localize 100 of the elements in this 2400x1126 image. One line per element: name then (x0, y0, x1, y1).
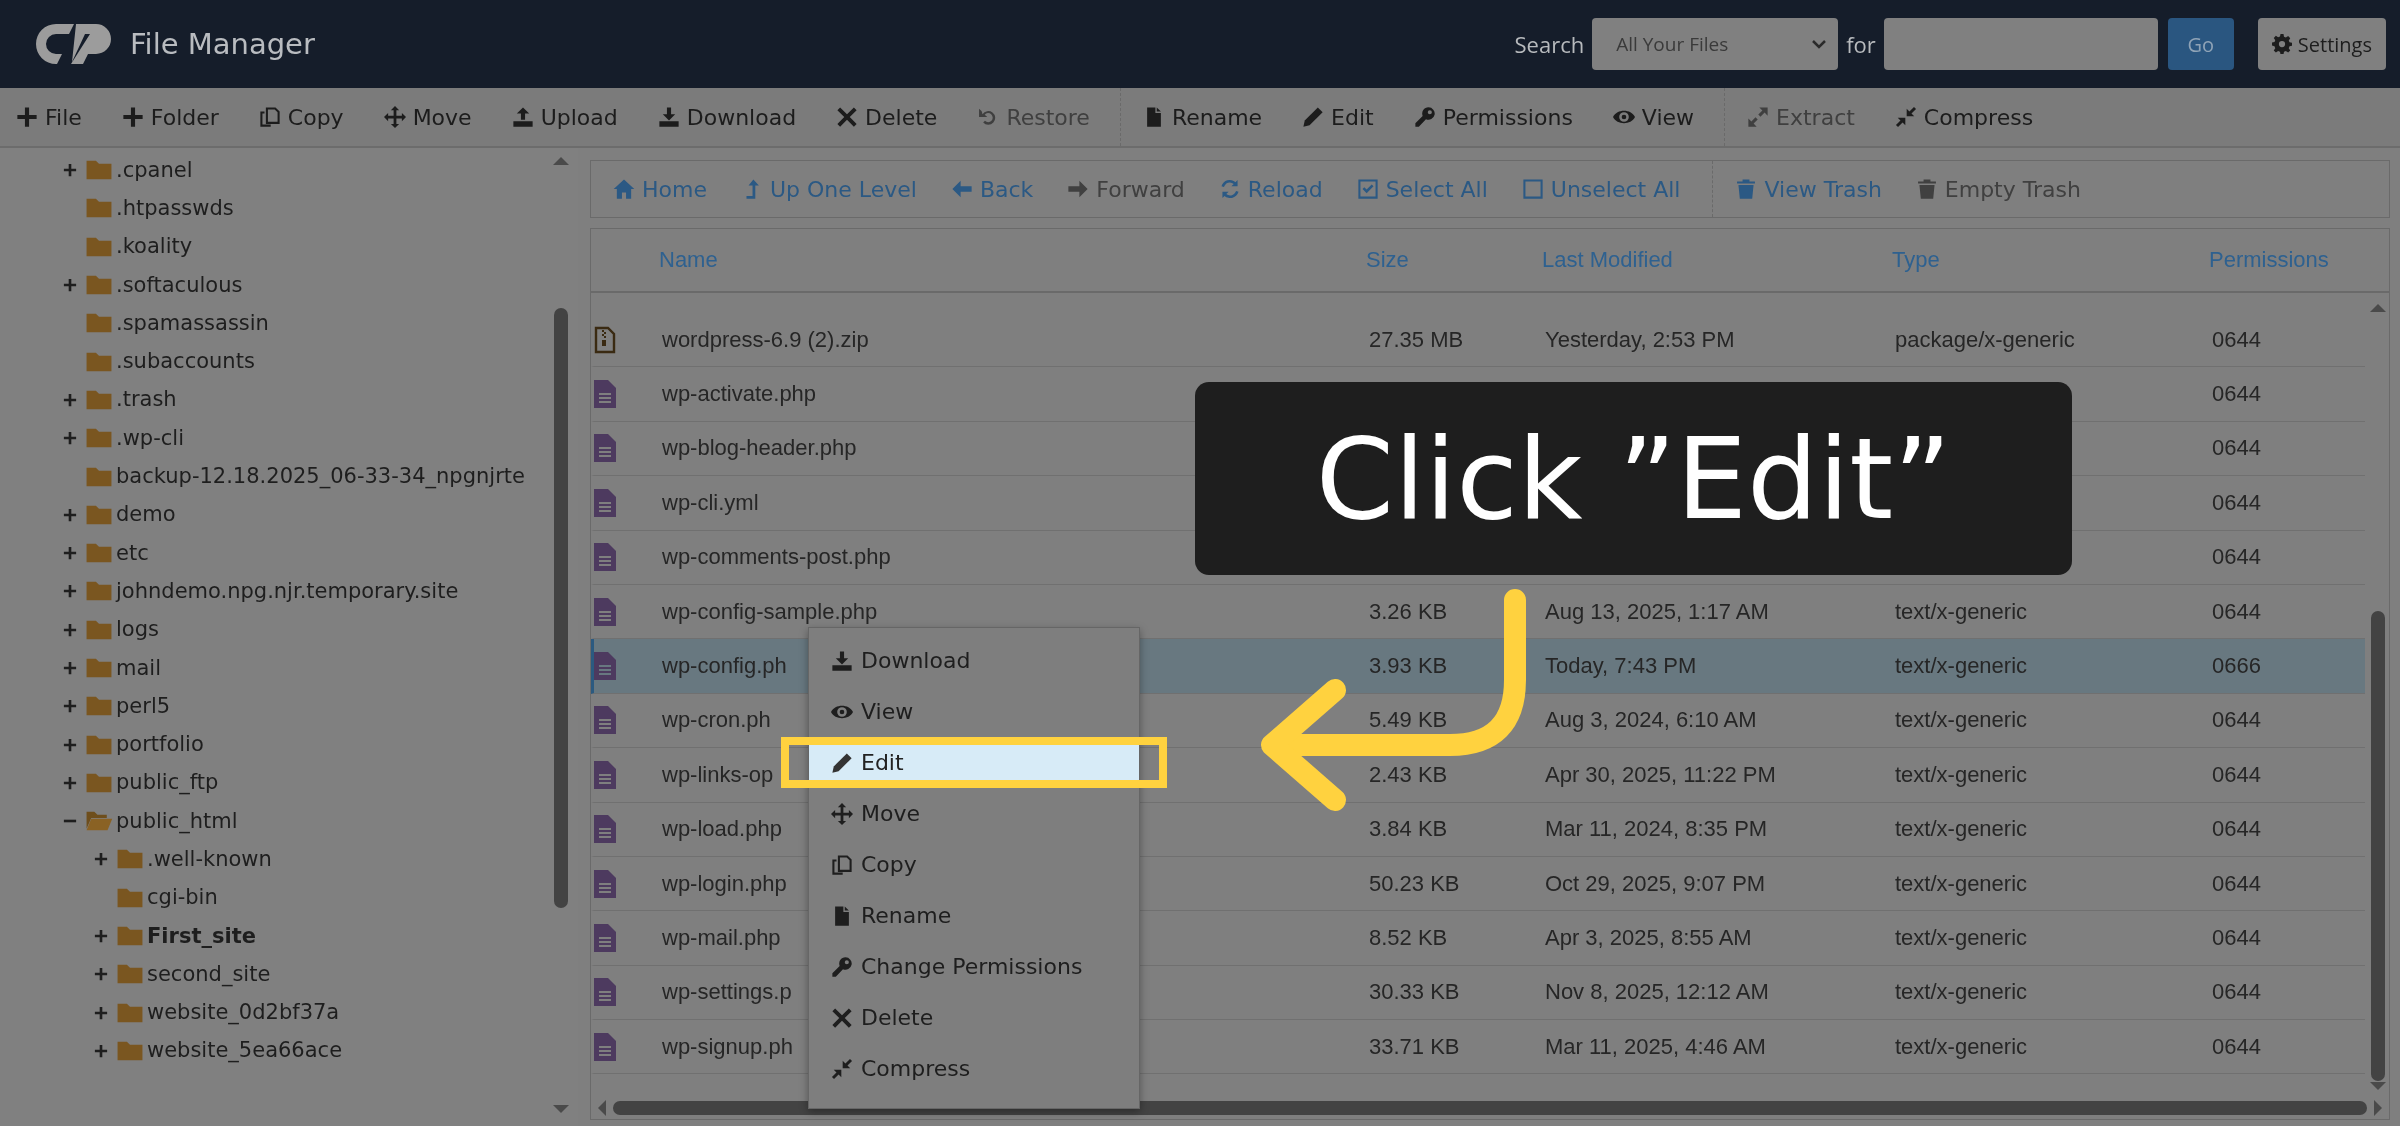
instruction-tooltip: Click ”Edit” (1195, 382, 2072, 575)
table-cell: text/x-generic (1895, 598, 2028, 625)
file-name: wp-links-op (662, 761, 774, 788)
table-cell: 0644 (2212, 544, 2261, 571)
table-cell: text/x-generic (1895, 870, 2028, 897)
go-button[interactable]: Go (2167, 18, 2234, 70)
file-name: wp-signup.ph (662, 1033, 793, 1060)
table-cell: text/x-generic (1895, 925, 2028, 951)
table-cell: 3.26 KB (1369, 598, 1448, 625)
toolbar-button[interactable]: Permissions (1411, 100, 1575, 134)
table-cell: 5.49 KB (1369, 707, 1448, 734)
table-cell: Today, 7:43 PM (1545, 653, 1697, 680)
table-cell: text/x-generic (1895, 653, 2028, 680)
for-label: for (1846, 29, 1876, 59)
table-cell: text/x-generic (1895, 816, 2028, 843)
table-cell: 50.23 KB (1369, 870, 1460, 897)
table-cell: 0644 (2212, 598, 2261, 625)
table-cell: Apr 30, 2025, 11:22 PM (1545, 761, 1776, 788)
table-cell: Aug 13, 2025, 1:17 AM (1545, 598, 1769, 625)
folder-name[interactable]: demo (116, 502, 176, 528)
table-cell: 0644 (2212, 870, 2261, 897)
table-cell: 0644 (2212, 761, 2261, 788)
table-cell: 0644 (2212, 489, 2261, 516)
toolbar-button[interactable]: Compress (1892, 100, 2036, 134)
table-cell: Oct 29, 2025, 9:07 PM (1545, 870, 1766, 897)
toolbar-button[interactable]: Folder (119, 100, 221, 134)
toolbar-button[interactable]: Delete (834, 100, 940, 134)
file-name: wp-cron.ph (662, 707, 771, 734)
folder-name[interactable]: website_0d2bf37a (147, 1000, 340, 1026)
folder-name[interactable]: .spamassassin (116, 310, 269, 336)
folder-name[interactable]: First_site (147, 923, 256, 949)
table-cell: 27.35 MB (1369, 326, 1464, 353)
file-name: wp-login.php (662, 870, 787, 897)
table-cell: 3.93 KB (1369, 653, 1448, 680)
table-cell: text/x-generic (1895, 707, 2028, 734)
file-name: wp-blog-header.php (662, 435, 857, 462)
folder-name[interactable]: .koality (116, 234, 193, 260)
folder-name[interactable]: .wp-cli (116, 425, 184, 451)
table-cell: Yesterday, 2:53 PM (1545, 326, 1735, 353)
toolbar-button[interactable]: Download (655, 100, 799, 134)
file-name: wp-load.php (662, 816, 782, 843)
table-cell: Mar 11, 2025, 4:46 AM (1545, 1033, 1766, 1060)
table-cell: 0644 (2212, 816, 2261, 843)
file-name: wp-mail.php (662, 925, 781, 951)
table-cell: 0644 (2212, 381, 2261, 408)
table-cell: 0644 (2212, 1033, 2261, 1060)
folder-name[interactable]: public_ftp (116, 770, 219, 796)
file-name: wp-cli.yml (662, 489, 759, 516)
file-name: wordpress-6.9 (2).zip (662, 326, 869, 353)
folder-name[interactable]: backup-12.18.2025_06-33-34_npgnjrte (116, 464, 525, 489)
folder-name[interactable]: .subaccounts (116, 349, 255, 375)
folder-name[interactable]: portfolio (116, 732, 204, 758)
table-cell: 33.71 KB (1369, 1033, 1460, 1060)
toolbar-button[interactable]: View (1610, 100, 1697, 134)
folder-name[interactable]: website_5ea66ace (147, 1038, 343, 1064)
folder-name[interactable]: public_html (116, 808, 238, 834)
file-name: wp-config.ph (662, 653, 787, 680)
folder-name[interactable]: perl5 (116, 693, 171, 719)
table-cell: text/x-generic (1895, 761, 2028, 788)
folder-name[interactable]: mail (116, 655, 161, 681)
toolbar-button[interactable]: File (14, 100, 84, 134)
file-name: wp-config-sample.php (662, 598, 878, 625)
file-row[interactable]: wordpress-6.9 (2).zip 27.35 MB Yesterday, 2:53 PM package/x-generic 0644 (591, 313, 2365, 368)
table-cell: 0644 (2212, 925, 2261, 951)
folder-name[interactable]: .trash (116, 387, 177, 413)
folder-name[interactable]: etc (116, 540, 149, 566)
table-cell: Mar 11, 2024, 8:35 PM (1545, 816, 1768, 843)
folder-name[interactable]: .cpanel (116, 157, 193, 183)
toolbar-button[interactable]: Rename (1140, 100, 1265, 134)
table-cell: 30.33 KB (1369, 979, 1460, 1006)
table-cell: text/x-generic (1895, 1033, 2028, 1060)
folder-name[interactable]: logs (116, 617, 159, 643)
folder-name[interactable]: second_site (147, 961, 271, 987)
table-cell: Nov 8, 2025, 12:12 AM (1545, 979, 1769, 1006)
folder-name[interactable]: .softaculous (116, 272, 243, 298)
app-title: File Manager (130, 27, 315, 61)
file-name: wp-settings.p (662, 979, 792, 1006)
folder-name[interactable]: .htpasswds (116, 195, 234, 221)
table-cell: Apr 3, 2025, 8:55 AM (1545, 925, 1752, 951)
table-cell: package/x-generic (1895, 326, 2075, 353)
settings-button[interactable]: Settings (2257, 18, 2386, 70)
search-scope-dropdown[interactable]: All Your Files (1592, 18, 1839, 70)
toolbar-button[interactable]: Upload (509, 100, 620, 134)
table-cell: 3.84 KB (1369, 816, 1448, 843)
file-name: wp-activate.php (662, 381, 817, 408)
folder-name[interactable]: johndemo.npg.njr.temporary.site (116, 578, 459, 604)
toolbar-button[interactable]: Copy (256, 100, 346, 134)
folder-name[interactable]: cgi-bin (147, 885, 218, 911)
toolbar-button[interactable]: Edit (1300, 100, 1376, 134)
search-label: Search (1514, 29, 1585, 59)
table-cell: 0644 (2212, 326, 2261, 353)
table-cell: 0644 (2212, 979, 2261, 1006)
table-cell: 0666 (2212, 653, 2261, 680)
folder-name[interactable]: .well-known (147, 847, 272, 872)
table-cell: 0644 (2212, 707, 2261, 734)
file-name: wp-comments-post.php (662, 544, 891, 571)
table-cell: 0644 (2212, 435, 2261, 462)
table-cell: Aug 3, 2024, 6:10 AM (1545, 707, 1757, 734)
table-cell: text/x-generic (1895, 979, 2028, 1006)
toolbar-button[interactable]: Move (381, 100, 474, 134)
